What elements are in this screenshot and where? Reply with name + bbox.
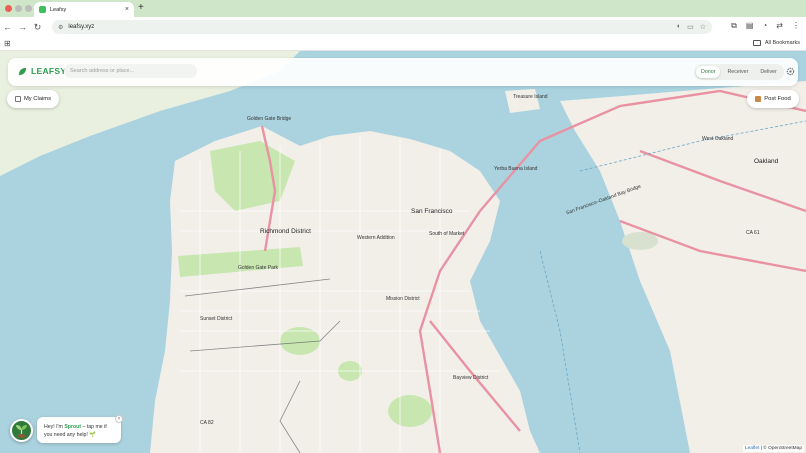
- search-input[interactable]: [64, 64, 197, 78]
- apps-grid-icon[interactable]: ⊞: [4, 39, 11, 48]
- sidebar-icon[interactable]: ▤: [746, 21, 754, 31]
- profile-icon[interactable]: ◔: [762, 21, 767, 31]
- map-attribution: Leaflet | © OpenStreetMap: [742, 445, 804, 452]
- all-bookmarks-button[interactable]: All Bookmarks: [752, 40, 800, 46]
- translate-icon[interactable]: ⇄: [776, 21, 783, 31]
- map-label-western-addition: Western Addition: [357, 235, 395, 241]
- my-claims-button[interactable]: My Claims: [7, 90, 59, 108]
- osm-attribution: | © OpenStreetMap: [759, 446, 802, 451]
- clipboard-icon: [14, 96, 21, 102]
- menu-icon[interactable]: ⋮: [792, 21, 800, 31]
- role-switcher: Donor Receiver Deliver: [694, 64, 784, 80]
- map-label-golden-gate-park: Golden Gate Park: [238, 265, 279, 271]
- app-header: LEAFSY Donor Receiver Deliver: [8, 58, 798, 86]
- browser-toolbar: ← → ↻ ⚙ leafsy.xyz ◐ ▭ ☆ ⧉ ▤ ◔ ⇄ ⋮: [0, 17, 806, 37]
- settings-gear-icon[interactable]: [786, 67, 795, 76]
- window-maximize-button[interactable]: [25, 5, 32, 12]
- sprout-speech-bubble[interactable]: Hey! I'm Sprout – tap me if you need any…: [37, 417, 121, 443]
- bubble-close-icon[interactable]: ×: [115, 415, 123, 423]
- map-label-san-francisco: San Francisco: [411, 208, 453, 215]
- tab-title: Leafsy: [50, 6, 67, 13]
- leaf-icon: [18, 67, 27, 75]
- greeting-suffix: – tap me if: [81, 424, 107, 430]
- leafsy-logo[interactable]: LEAFSY: [18, 66, 66, 76]
- role-receiver-button[interactable]: Receiver: [722, 66, 753, 78]
- reload-icon[interactable]: ↻: [30, 22, 45, 33]
- sprout-name: Sprout: [64, 424, 82, 430]
- forward-icon[interactable]: →: [15, 22, 30, 32]
- address-bar[interactable]: ⚙ leafsy.xyz ◐ ▭ ☆: [52, 20, 712, 34]
- map-label-bayview: Bayview District: [453, 375, 489, 381]
- map-label-golden-gate: Golden Gate Bridge: [247, 116, 292, 122]
- back-icon[interactable]: ←: [0, 22, 15, 32]
- tab-close-icon[interactable]: ×: [125, 6, 129, 13]
- site-info-icon[interactable]: ⚙: [58, 24, 63, 31]
- leafsy-favicon-icon: [39, 6, 46, 13]
- tracking-icon[interactable]: ◐: [677, 23, 681, 31]
- role-donor-button[interactable]: Donor: [696, 66, 721, 78]
- map-label-richmond: Richmond District: [260, 228, 311, 235]
- map-label-mission: Mission District: [386, 296, 420, 302]
- map-label-yerba-buena: Yerba Buena Island: [494, 166, 538, 172]
- cast-icon[interactable]: ▭: [687, 23, 694, 31]
- sprout-greeting-line1: Hey! I'm Sprout – tap me if: [44, 423, 114, 431]
- leaflet-link[interactable]: Leaflet: [745, 446, 759, 451]
- map-tiles: [0, 51, 806, 453]
- my-claims-label: My Claims: [23, 96, 52, 102]
- sprout-avatar[interactable]: [10, 419, 33, 442]
- box-icon: [755, 96, 762, 102]
- folder-icon: [752, 40, 761, 46]
- browser-tab-bar: Leafsy × +: [0, 0, 806, 17]
- map-label-west-oakland: West Oakland: [702, 136, 734, 142]
- url-text: leafsy.xyz: [68, 24, 95, 30]
- map-label-oakland: Oakland: [754, 158, 779, 165]
- sprout-greeting-line2: you need any help! 🌱: [44, 432, 96, 439]
- window-minimize-button[interactable]: [15, 5, 22, 12]
- sprout-mascot-icon: [16, 425, 27, 438]
- map-label-treasure-island: Treasure Island: [513, 94, 548, 100]
- post-food-button[interactable]: Post Food: [747, 90, 799, 108]
- window-close-button[interactable]: [5, 5, 12, 12]
- extensions-icon[interactable]: ⧉: [731, 21, 737, 31]
- browser-tab[interactable]: Leafsy ×: [34, 2, 134, 17]
- map-label-ca82: CA 82: [200, 420, 214, 426]
- map-label-sunset: Sunset District: [200, 316, 233, 322]
- new-tab-button[interactable]: +: [138, 2, 144, 13]
- bookmark-star-icon[interactable]: ☆: [700, 23, 706, 31]
- post-food-label: Post Food: [764, 96, 791, 102]
- role-deliver-button[interactable]: Deliver: [755, 66, 781, 78]
- map-canvas[interactable]: Golden Gate Bridge San Francisco Richmon…: [0, 51, 806, 453]
- bookmarks-bar: ⊞ All Bookmarks: [0, 37, 806, 51]
- map-label-south-of-market: South of Market: [429, 231, 465, 237]
- all-bookmarks-label: All Bookmarks: [764, 40, 800, 46]
- map-label-ca61: CA 61: [746, 230, 760, 236]
- greeting-prefix: Hey! I'm: [44, 424, 65, 430]
- brand-name: LEAFSY: [31, 66, 67, 76]
